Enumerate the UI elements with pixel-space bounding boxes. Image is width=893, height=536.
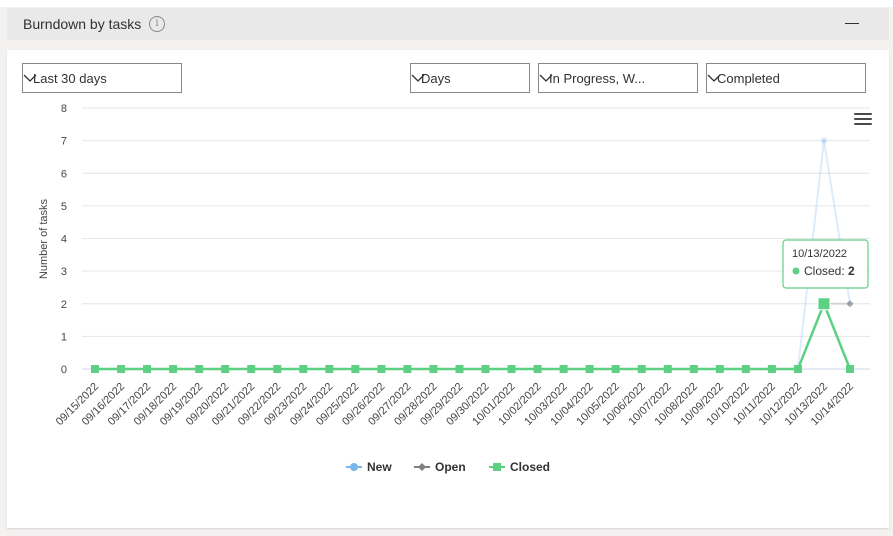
burndown-chart: 012345678Number of tasks09/15/202209/16/… <box>38 103 870 474</box>
point-closed <box>637 365 646 373</box>
legend-marker-circle <box>350 463 358 471</box>
point-closed <box>377 365 386 373</box>
point-closed <box>169 365 178 373</box>
tooltip: 10/13/2022 Closed: 2 <box>782 239 869 289</box>
point-closed <box>846 365 854 373</box>
y-tick-label: 7 <box>61 136 67 148</box>
point-closed <box>507 365 516 373</box>
point-closed <box>767 365 776 373</box>
y-axis-title: Number of tasks <box>38 198 50 279</box>
point-closed <box>195 365 204 373</box>
y-tick-label: 2 <box>61 299 67 311</box>
y-tick-label: 5 <box>61 201 67 213</box>
y-tick-label: 6 <box>61 168 67 180</box>
legend: New Open Closed <box>346 460 550 474</box>
point-closed <box>143 365 152 373</box>
point-closed <box>117 365 126 373</box>
point-closed <box>273 365 282 373</box>
point-closed <box>715 365 724 373</box>
y-tick-label: 4 <box>61 234 67 246</box>
point-closed <box>403 365 412 373</box>
legend-label[interactable]: Open <box>435 460 466 474</box>
tooltip-date: 10/13/2022 <box>792 248 847 260</box>
point-closed <box>559 365 568 373</box>
legend-label[interactable]: New <box>367 460 392 474</box>
y-tick-label: 0 <box>61 364 67 376</box>
point-closed <box>351 365 360 373</box>
point-closed <box>325 365 334 373</box>
y-tick-label: 1 <box>61 331 67 343</box>
y-tick-label: 3 <box>61 266 67 278</box>
point-closed <box>481 365 490 373</box>
point-closed <box>299 365 308 373</box>
tooltip-value: 2 <box>848 264 855 278</box>
point-closed <box>91 365 99 373</box>
legend-label[interactable]: Closed <box>510 460 550 474</box>
y-tick-label: 8 <box>61 103 67 115</box>
point-closed <box>455 365 464 373</box>
point-closed <box>689 365 698 373</box>
legend-marker-diamond <box>418 463 426 471</box>
tooltip-series-dot <box>792 267 800 275</box>
point-closed <box>247 365 256 373</box>
point-open <box>846 300 854 308</box>
point-new <box>820 137 827 144</box>
point-closed <box>663 365 672 373</box>
point-closed <box>585 365 594 373</box>
point-closed <box>817 297 831 311</box>
point-closed <box>611 365 620 373</box>
point-closed <box>221 365 230 373</box>
point-closed <box>793 365 802 373</box>
legend-marker-square <box>493 463 501 471</box>
point-closed <box>741 365 750 373</box>
tooltip-label: Closed: 2 <box>804 264 855 278</box>
point-closed <box>429 365 438 373</box>
point-closed <box>533 365 542 373</box>
